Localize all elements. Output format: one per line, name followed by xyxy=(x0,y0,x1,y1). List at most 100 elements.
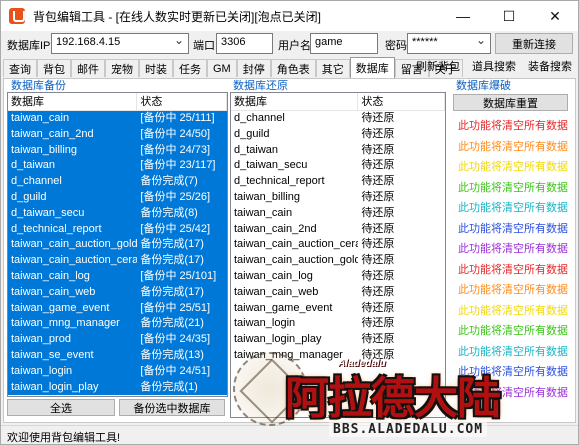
tab-0[interactable]: 查询 xyxy=(3,59,37,77)
restore-row[interactable]: d_taiwan_secu 待还原 xyxy=(231,158,445,174)
backup-row-status: [备份中 25/51] xyxy=(140,301,211,314)
port-input[interactable]: 3306 xyxy=(216,33,273,54)
backup-row-status: 备份完成(7) xyxy=(140,175,198,188)
watermark-logo: 阿拉德大陆 Aladedalu BBS.ALADEDALU.COM xyxy=(233,348,578,445)
tab-4[interactable]: 时装 xyxy=(139,59,173,77)
backup-row[interactable]: d_guild [备份中 25/26] xyxy=(8,189,227,206)
maximize-button[interactable]: ☐ xyxy=(486,1,532,31)
backup-selected-button[interactable]: 备份选中数据库 xyxy=(119,399,225,416)
username-label: 用户名 xyxy=(278,40,311,52)
backup-row[interactable]: taiwan_cain [备份中 25/111] xyxy=(8,111,227,127)
title-bar: 背包编辑工具 - [在线人数实时更新已关闭][泡点已关闭] — ☐ ✕ xyxy=(1,1,578,31)
restore-row-database: taiwan_login_play xyxy=(234,333,322,346)
restore-row-status: 待还原 xyxy=(361,159,395,172)
restore-row[interactable]: taiwan_login 待还原 xyxy=(231,316,445,332)
restore-row[interactable]: taiwan_cain_web 待还原 xyxy=(231,285,445,301)
backup-col-status[interactable]: 状态 xyxy=(137,93,227,110)
app-window: 背包编辑工具 - [在线人数实时更新已关闭][泡点已关闭] — ☐ ✕ 数据库I… xyxy=(0,0,579,445)
backup-row[interactable]: taiwan_cain_auction_gold 备份完成(17) xyxy=(8,237,227,254)
backup-row[interactable]: taiwan_login [备份中 24/51] xyxy=(8,363,227,380)
restore-row[interactable]: taiwan_cain_auction_cera 待还原 xyxy=(231,237,445,253)
backup-row-database: taiwan_se_event xyxy=(11,348,94,361)
restore-row-database: taiwan_billing xyxy=(234,190,301,203)
backup-row[interactable]: d_channel 备份完成(7) xyxy=(8,174,227,190)
backup-row-status: [备份中 24/50] xyxy=(140,127,211,140)
backup-row-database: d_taiwan_secu xyxy=(11,206,85,219)
clear-warning-text: 此功能将清空所有数据 xyxy=(458,284,568,296)
restore-row[interactable]: taiwan_cain_auction_gold 待还原 xyxy=(231,253,445,269)
backup-row-database: taiwan_login xyxy=(11,364,73,377)
backup-row[interactable]: taiwan_billing [备份中 24/73] xyxy=(8,142,227,159)
tab-10[interactable]: 数据库 xyxy=(349,57,395,78)
backup-row[interactable]: taiwan_cain_web 备份完成(17) xyxy=(8,284,227,301)
restore-row[interactable]: taiwan_cain 待还原 xyxy=(231,206,445,222)
backup-row[interactable]: taiwan_cain_auction_cera 备份完成(17) xyxy=(8,253,227,269)
restore-row[interactable]: d_guild 待还原 xyxy=(231,127,445,143)
select-all-button[interactable]: 全选 xyxy=(7,399,115,416)
backup-row[interactable]: d_taiwan [备份中 23/117] xyxy=(8,158,227,175)
toolbar-action-1[interactable]: 道具搜索 xyxy=(472,58,516,74)
backup-row-status: 备份完成(1) xyxy=(140,380,198,393)
restore-section-title: 数据库还原 xyxy=(233,80,288,92)
tab-7[interactable]: 封停 xyxy=(236,59,271,77)
backup-row[interactable]: taiwan_prod [备份中 24/35] xyxy=(8,332,227,348)
backup-row[interactable]: d_taiwan_secu 备份完成(8) xyxy=(8,205,227,222)
backup-row-database: d_channel xyxy=(11,175,62,188)
backup-row[interactable]: taiwan_cain_log [备份中 25/101] xyxy=(8,268,227,285)
backup-row-status: [备份中 25/101] xyxy=(140,269,217,282)
username-input[interactable]: game xyxy=(310,33,378,54)
minimize-button[interactable]: — xyxy=(440,1,486,31)
clear-warning-text: 此功能将清空所有数据 xyxy=(458,304,568,317)
backup-row-database: taiwan_cain xyxy=(11,112,70,124)
restore-col-database[interactable]: 数据库 xyxy=(231,93,359,110)
restore-row-database: taiwan_cain_2nd xyxy=(234,222,317,235)
backup-row-status: [备份中 24/73] xyxy=(140,143,211,156)
backup-row-status: 备份完成(21) xyxy=(140,317,204,330)
backup-row[interactable]: taiwan_cain_2nd [备份中 24/50] xyxy=(8,126,227,143)
tab-1[interactable]: 背包 xyxy=(37,59,71,77)
toolbar-action-2[interactable]: 装备搜索 xyxy=(528,58,572,74)
restore-row[interactable]: taiwan_cain_log 待还原 xyxy=(231,269,445,285)
restore-row[interactable]: taiwan_game_event 待还原 xyxy=(231,301,445,317)
restore-row-status: 待还原 xyxy=(361,317,395,330)
backup-row[interactable]: taiwan_mng_manager 备份完成(21) xyxy=(8,316,227,333)
close-button[interactable]: ✕ xyxy=(532,1,578,31)
restore-row[interactable]: taiwan_billing 待还原 xyxy=(231,190,445,206)
restore-row[interactable]: taiwan_login_play 待还原 xyxy=(231,332,445,348)
tab-9[interactable]: 其它 xyxy=(315,59,350,77)
toolbar-action-0[interactable]: 刷新背包 xyxy=(416,58,460,74)
backup-row-status: [备份中 25/26] xyxy=(140,190,211,203)
tab-2[interactable]: 邮件 xyxy=(71,59,105,77)
restore-col-status[interactable]: 状态 xyxy=(358,93,445,110)
tab-3[interactable]: 宠物 xyxy=(105,59,139,77)
restore-row[interactable]: d_channel 待还原 xyxy=(231,111,445,127)
backup-row-database: taiwan_cain_auction_gold xyxy=(11,238,138,251)
restore-row[interactable]: taiwan_cain_2nd 待还原 xyxy=(231,222,445,238)
restore-list-header: 数据库 状态 xyxy=(231,93,445,111)
tab-6[interactable]: GM xyxy=(207,59,237,77)
restore-row[interactable]: d_technical_report 待还原 xyxy=(231,174,445,190)
backup-col-database[interactable]: 数据库 xyxy=(8,93,138,110)
ip-combo[interactable]: 192.168.4.15 xyxy=(51,33,189,54)
restore-row-status: 待还原 xyxy=(361,190,395,203)
backup-row-status: [备份中 24/51] xyxy=(140,364,211,377)
reconnect-button[interactable]: 重新连接 xyxy=(495,33,573,54)
clear-warning-text: 此功能将清空所有数据 xyxy=(458,222,568,235)
clear-warning-text: 此功能将清空所有数据 xyxy=(458,161,568,173)
tab-8[interactable]: 角色表 xyxy=(270,59,316,77)
status-text: 欢迎使用背包编辑工具! xyxy=(7,432,121,444)
backup-row[interactable]: taiwan_login_play 备份完成(1) xyxy=(8,379,227,396)
backup-row[interactable]: taiwan_se_event 备份完成(13) xyxy=(8,347,227,364)
password-input[interactable]: ****** xyxy=(407,33,491,54)
restore-row-status: 待还原 xyxy=(361,333,395,346)
backup-list[interactable]: 数据库 状态 taiwan_cain [备份中 25/111] taiwan_cai… xyxy=(7,92,228,397)
clear-warning-text: 此功能将清空所有数据 xyxy=(458,140,568,153)
tab-5[interactable]: 任务 xyxy=(173,59,207,77)
backup-row-database: taiwan_mng_manager xyxy=(11,317,120,330)
backup-row[interactable]: taiwan_game_event [备份中 25/51] xyxy=(8,300,227,317)
restore-row-status: 待还原 xyxy=(361,238,395,251)
restore-row[interactable]: d_taiwan 待还原 xyxy=(231,143,445,159)
clear-warning-text: 此功能将清空所有数据 xyxy=(458,181,568,194)
backup-row[interactable]: d_technical_report [备份中 25/42] xyxy=(8,221,227,238)
database-reset-button[interactable]: 数据库重置 xyxy=(453,94,568,111)
